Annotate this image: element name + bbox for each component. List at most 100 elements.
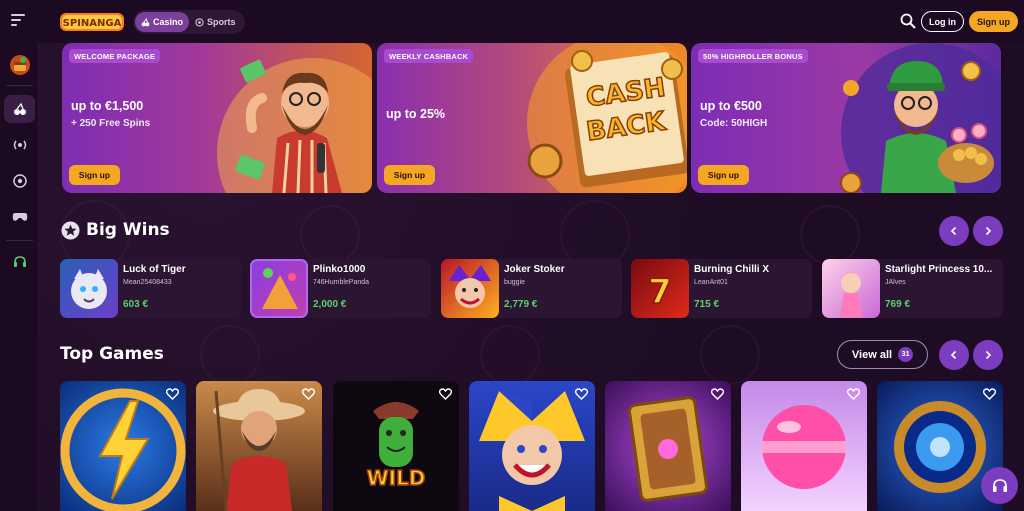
game-art-fisherman: [213, 389, 305, 511]
game-tile-golden-book[interactable]: [605, 381, 731, 511]
win-username: 746HumblePanda: [313, 279, 370, 286]
banner-subtext: + 250 Free Spins: [71, 118, 151, 129]
game-tile-lightning[interactable]: [60, 381, 186, 511]
win-username: buggie: [504, 279, 526, 286]
sidebar-item-sports[interactable]: [4, 167, 35, 195]
favorite-heart-icon[interactable]: [439, 388, 452, 400]
tab-casino-label: Casino: [153, 17, 184, 27]
favorite-heart-icon[interactable]: [983, 388, 996, 400]
favorite-heart-icon[interactable]: [302, 388, 315, 400]
sidebar-item-live[interactable]: [4, 131, 35, 159]
background-swirl: [700, 325, 760, 385]
sidebar-item-support[interactable]: [4, 248, 35, 276]
game-thumbnail-joker: [441, 259, 499, 318]
sidebar-item-games[interactable]: [4, 203, 35, 231]
view-all-label: View all: [851, 348, 893, 361]
svg-text:7: 7: [648, 272, 672, 312]
big-win-card[interactable]: Joker Stoker buggie 2,779 €: [441, 259, 622, 318]
signup-button[interactable]: Sign up: [969, 11, 1018, 32]
win-username: Mean25408433: [123, 279, 172, 286]
banner-signup-button[interactable]: Sign up: [69, 165, 120, 185]
tab-sports-label: Sports: [207, 17, 236, 27]
spinanga-logo[interactable]: SPINANGA: [60, 12, 124, 32]
win-game-name: Joker Stoker: [504, 264, 565, 275]
big-wins-prev-button[interactable]: [939, 216, 969, 246]
top-games-title: Top Games: [60, 344, 164, 364]
top-games-prev-button[interactable]: [939, 340, 969, 370]
banner-badge: WELCOME PACKAGE: [69, 49, 161, 63]
banner-signup-button[interactable]: Sign up: [698, 165, 749, 185]
bonus-chest-icon: [9, 55, 30, 75]
casino-app: SPINANGA Casino Sports Log in Sign up WE…: [0, 0, 1024, 511]
headset-icon: [13, 256, 26, 267]
banner-headline: up to €500: [700, 99, 762, 113]
favorite-heart-icon[interactable]: [166, 388, 179, 400]
banner-headline: up to €1,500: [71, 99, 144, 113]
big-wins-title: Big Wins: [86, 220, 170, 240]
favorite-heart-icon[interactable]: [711, 388, 724, 400]
banner-weekly-cashback[interactable]: CASH BACK WEEKLY CASHBACK up to 25% Sign…: [377, 43, 687, 193]
logo-text: SPINANGA: [63, 18, 122, 29]
win-amount: 2,000 €: [313, 299, 347, 310]
game-art-pink-candy: [762, 405, 846, 489]
game-art-lightning-coin: [60, 388, 186, 511]
view-all-button[interactable]: View all 31: [837, 340, 928, 369]
big-win-card[interactable]: Plinko1000 746HumblePanda 2,000 €: [250, 259, 431, 318]
chevron-right-icon: [985, 226, 992, 236]
host-character-art: [217, 58, 372, 193]
background-swirl: [300, 205, 360, 265]
tab-sports[interactable]: Sports: [189, 12, 242, 32]
menu-icon[interactable]: [11, 14, 25, 28]
chevron-left-icon: [950, 350, 957, 360]
win-game-name: Burning Chilli X: [694, 264, 769, 275]
top-games-next-button[interactable]: [973, 340, 1003, 370]
game-tile-fisherman[interactable]: [196, 381, 322, 511]
sidebar-item-bonus[interactable]: [4, 51, 35, 79]
banner-subtext: Code: 50HIGH: [700, 118, 768, 129]
ball-icon: [195, 17, 204, 27]
support-chat-button[interactable]: [981, 467, 1018, 504]
search-icon[interactable]: [900, 13, 916, 29]
chevron-right-icon: [985, 350, 992, 360]
big-win-card[interactable]: Starlight Princess 10... JAlves 769 €: [822, 259, 1003, 318]
casino-cherries-icon: [13, 102, 26, 115]
banner-badge: 50% HIGHROLLER BONUS: [698, 49, 808, 63]
big-wins-next-button[interactable]: [973, 216, 1003, 246]
win-game-name: Plinko1000: [313, 264, 366, 275]
product-tabs: Casino Sports: [133, 10, 245, 34]
gamepad-icon: [12, 213, 27, 221]
game-art-golden-book: [627, 396, 709, 502]
game-thumbnail-starlight: [822, 259, 880, 318]
leprechaun-character-art: [840, 43, 1001, 193]
left-sidebar: [0, 43, 39, 511]
win-game-name: Starlight Princess 10...: [885, 264, 993, 275]
favorite-heart-icon[interactable]: [575, 388, 588, 400]
star-badge-icon: [61, 221, 80, 240]
sidebar-divider: [6, 240, 33, 241]
wild-label: WILD: [367, 466, 426, 490]
favorite-heart-icon[interactable]: [847, 388, 860, 400]
banner-signup-button[interactable]: Sign up: [384, 165, 435, 185]
win-game-name: Luck of Tiger: [123, 264, 186, 275]
banner-highroller-bonus[interactable]: 50% HIGHROLLER BONUS up to €500 Code: 50…: [691, 43, 1001, 193]
game-tile-pink-candy[interactable]: [741, 381, 867, 511]
tab-casino[interactable]: Casino: [135, 12, 190, 32]
win-amount: 715 €: [694, 299, 720, 310]
big-win-card[interactable]: Luck of Tiger Mean25408433 603 €: [60, 259, 241, 318]
big-win-card[interactable]: 7 Burning Chilli X LeanAnt01 715 €: [631, 259, 812, 318]
banner-headline: up to 25%: [386, 107, 446, 121]
game-thumbnail-plinko: [250, 259, 308, 318]
banner-welcome-package[interactable]: WELCOME PACKAGE up to €1,500 + 250 Free …: [62, 43, 372, 193]
sidebar-item-casino[interactable]: [4, 95, 35, 123]
chevron-left-icon: [950, 226, 957, 236]
background-swirl: [200, 325, 260, 385]
banner-badge: WEEKLY CASHBACK: [384, 49, 474, 63]
game-tile-wild-cactus[interactable]: WILD: [333, 381, 459, 511]
game-thumbnail-chilli: 7: [631, 259, 689, 318]
win-amount: 769 €: [885, 299, 911, 310]
logo-graphic: SPINANGA: [60, 13, 124, 31]
headset-icon: [992, 478, 1007, 492]
game-tile-jester[interactable]: [469, 381, 595, 511]
login-button[interactable]: Log in: [921, 11, 964, 32]
top-header: SPINANGA Casino Sports Log in Sign up: [0, 0, 1024, 43]
